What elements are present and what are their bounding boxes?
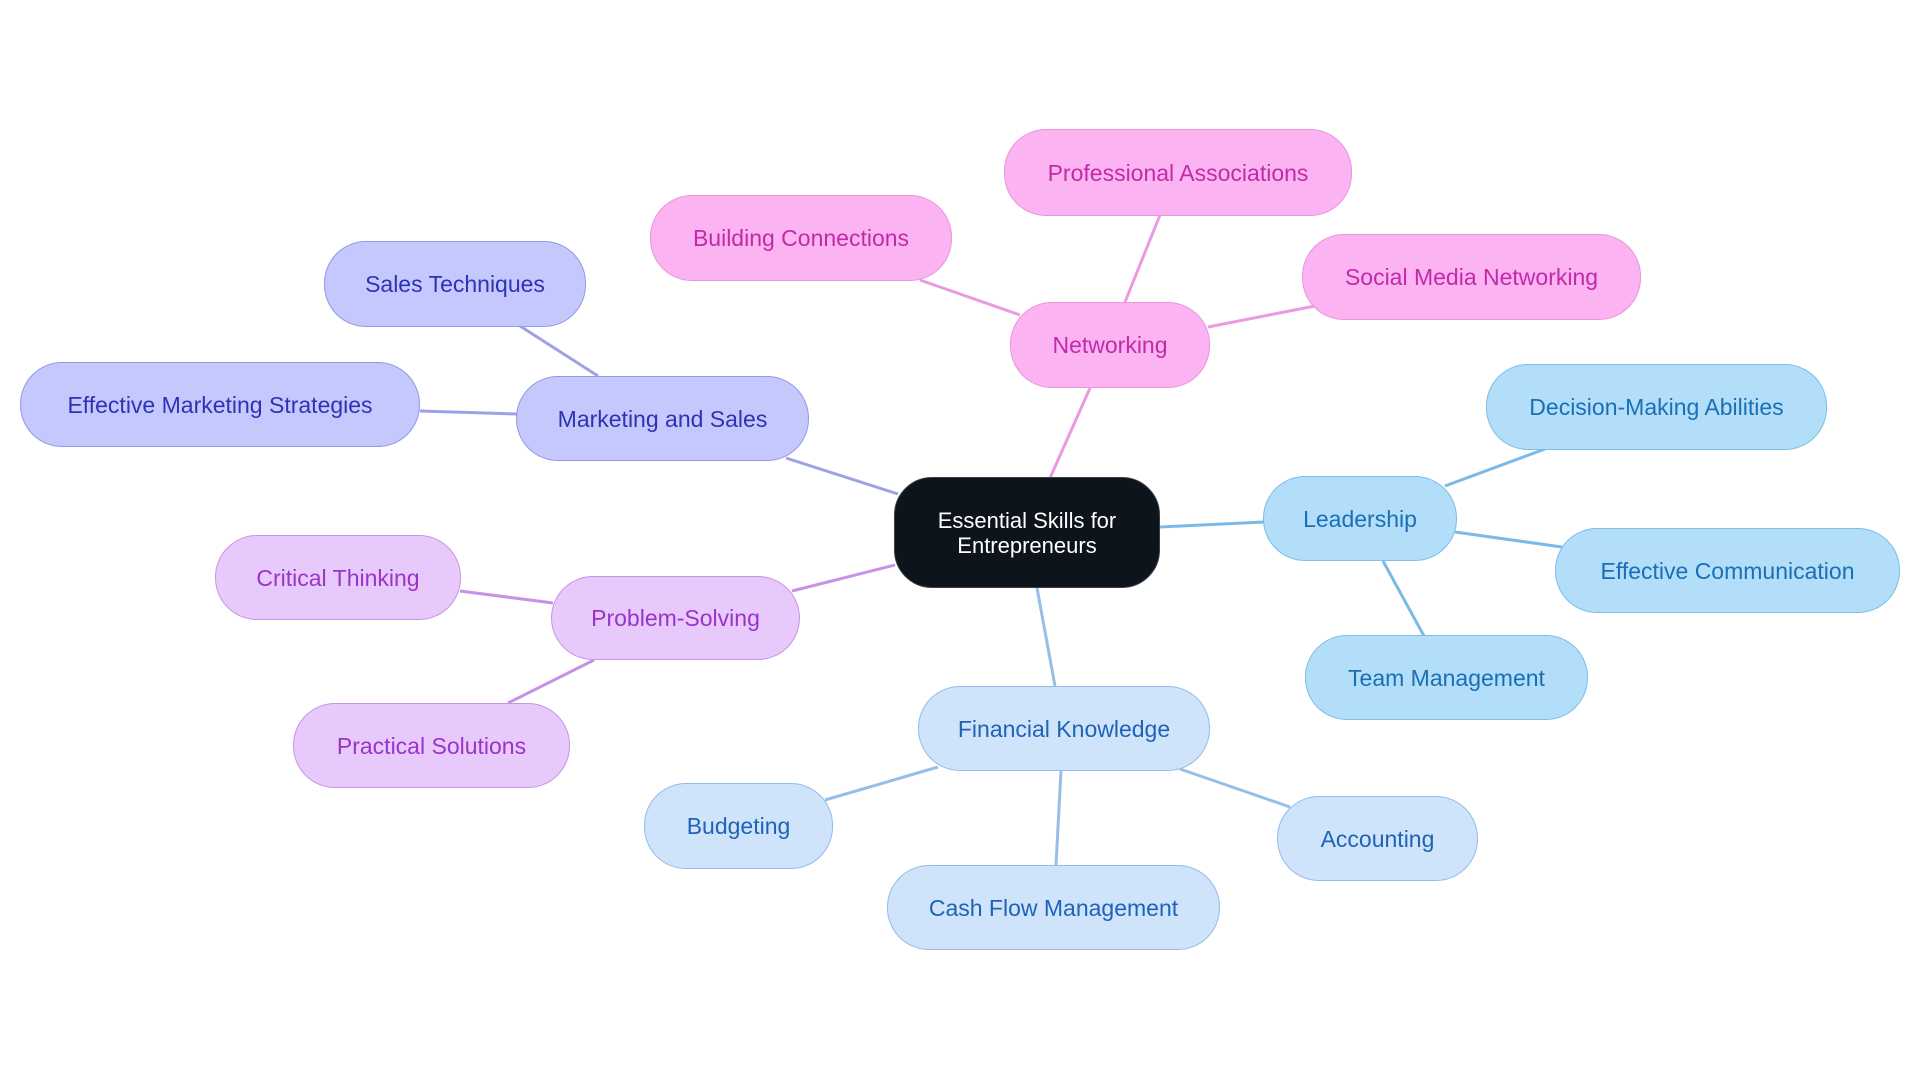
node-label: Budgeting xyxy=(686,813,791,839)
edge-leadership-team-management xyxy=(1381,560,1426,637)
node-label: Building Connections xyxy=(692,225,910,251)
node-critical-thinking[interactable]: Critical Thinking xyxy=(215,535,461,620)
node-label: Networking xyxy=(1052,332,1168,358)
node-sales-techniques[interactable]: Sales Techniques xyxy=(324,241,586,327)
edge-financial-knowledge-budgeting xyxy=(824,765,939,802)
edge-financial-knowledge-accounting xyxy=(1179,767,1291,809)
node-building-connections[interactable]: Building Connections xyxy=(650,195,952,281)
edge-root-networking xyxy=(1048,387,1092,479)
edge-root-marketing-and-sales xyxy=(785,456,899,496)
edge-root-problem-solving xyxy=(791,563,896,593)
node-professional-associations[interactable]: Professional Associations xyxy=(1004,129,1352,216)
edge-root-financial-knowledge xyxy=(1035,587,1057,687)
node-label: Critical Thinking xyxy=(256,564,420,591)
edge-problem-solving-critical-thinking xyxy=(459,589,554,605)
node-label: Leadership xyxy=(1303,505,1417,532)
node-social-media-networking[interactable]: Social Media Networking xyxy=(1302,234,1641,320)
edge-financial-knowledge-cash-flow-management xyxy=(1054,770,1063,866)
edge-root-leadership xyxy=(1159,520,1265,529)
edge-marketing-and-sales-effective-marketing-strategies xyxy=(419,409,518,416)
node-cash-flow-management[interactable]: Cash Flow Management xyxy=(887,865,1220,950)
node-label: Effective Marketing Strategies xyxy=(67,391,373,418)
node-marketing-and-sales[interactable]: Marketing and Sales xyxy=(516,376,809,461)
node-networking[interactable]: Networking xyxy=(1010,302,1210,388)
root-node-label: Essential Skills for Entrepreneurs xyxy=(937,507,1117,558)
edge-problem-solving-practical-solutions xyxy=(507,658,595,705)
node-label: Financial Knowledge xyxy=(957,715,1171,742)
node-effective-communication[interactable]: Effective Communication xyxy=(1555,528,1900,613)
node-label: Social Media Networking xyxy=(1344,264,1599,290)
edge-networking-social-media-networking xyxy=(1207,304,1316,329)
node-effective-marketing-strategies[interactable]: Effective Marketing Strategies xyxy=(20,362,420,447)
node-accounting[interactable]: Accounting xyxy=(1277,796,1478,881)
node-label: Effective Communication xyxy=(1600,557,1855,584)
node-label: Professional Associations xyxy=(1047,159,1309,186)
node-label: Decision-Making Abilities xyxy=(1529,394,1784,420)
node-label: Cash Flow Management xyxy=(928,894,1179,921)
edge-networking-professional-associations xyxy=(1123,214,1162,303)
node-decision-making-abilities[interactable]: Decision-Making Abilities xyxy=(1486,364,1827,450)
node-label: Sales Techniques xyxy=(365,271,545,297)
node-label: Marketing and Sales xyxy=(557,405,768,432)
root-node[interactable]: Essential Skills for Entrepreneurs xyxy=(894,477,1160,588)
edge-leadership-decision-making-abilities xyxy=(1444,447,1546,488)
edge-networking-building-connections xyxy=(919,278,1021,317)
node-label: Team Management xyxy=(1348,664,1545,691)
node-financial-knowledge[interactable]: Financial Knowledge xyxy=(918,686,1210,771)
edge-leadership-effective-communication xyxy=(1454,530,1563,549)
node-label: Practical Solutions xyxy=(336,732,527,759)
node-budgeting[interactable]: Budgeting xyxy=(644,783,833,869)
node-leadership[interactable]: Leadership xyxy=(1263,476,1457,561)
node-label: Problem-Solving xyxy=(591,605,760,631)
edge-marketing-and-sales-sales-techniques xyxy=(519,324,599,378)
node-problem-solving[interactable]: Problem-Solving xyxy=(551,576,800,660)
node-team-management[interactable]: Team Management xyxy=(1305,635,1588,720)
node-practical-solutions[interactable]: Practical Solutions xyxy=(293,703,570,788)
node-label: Accounting xyxy=(1320,825,1435,852)
